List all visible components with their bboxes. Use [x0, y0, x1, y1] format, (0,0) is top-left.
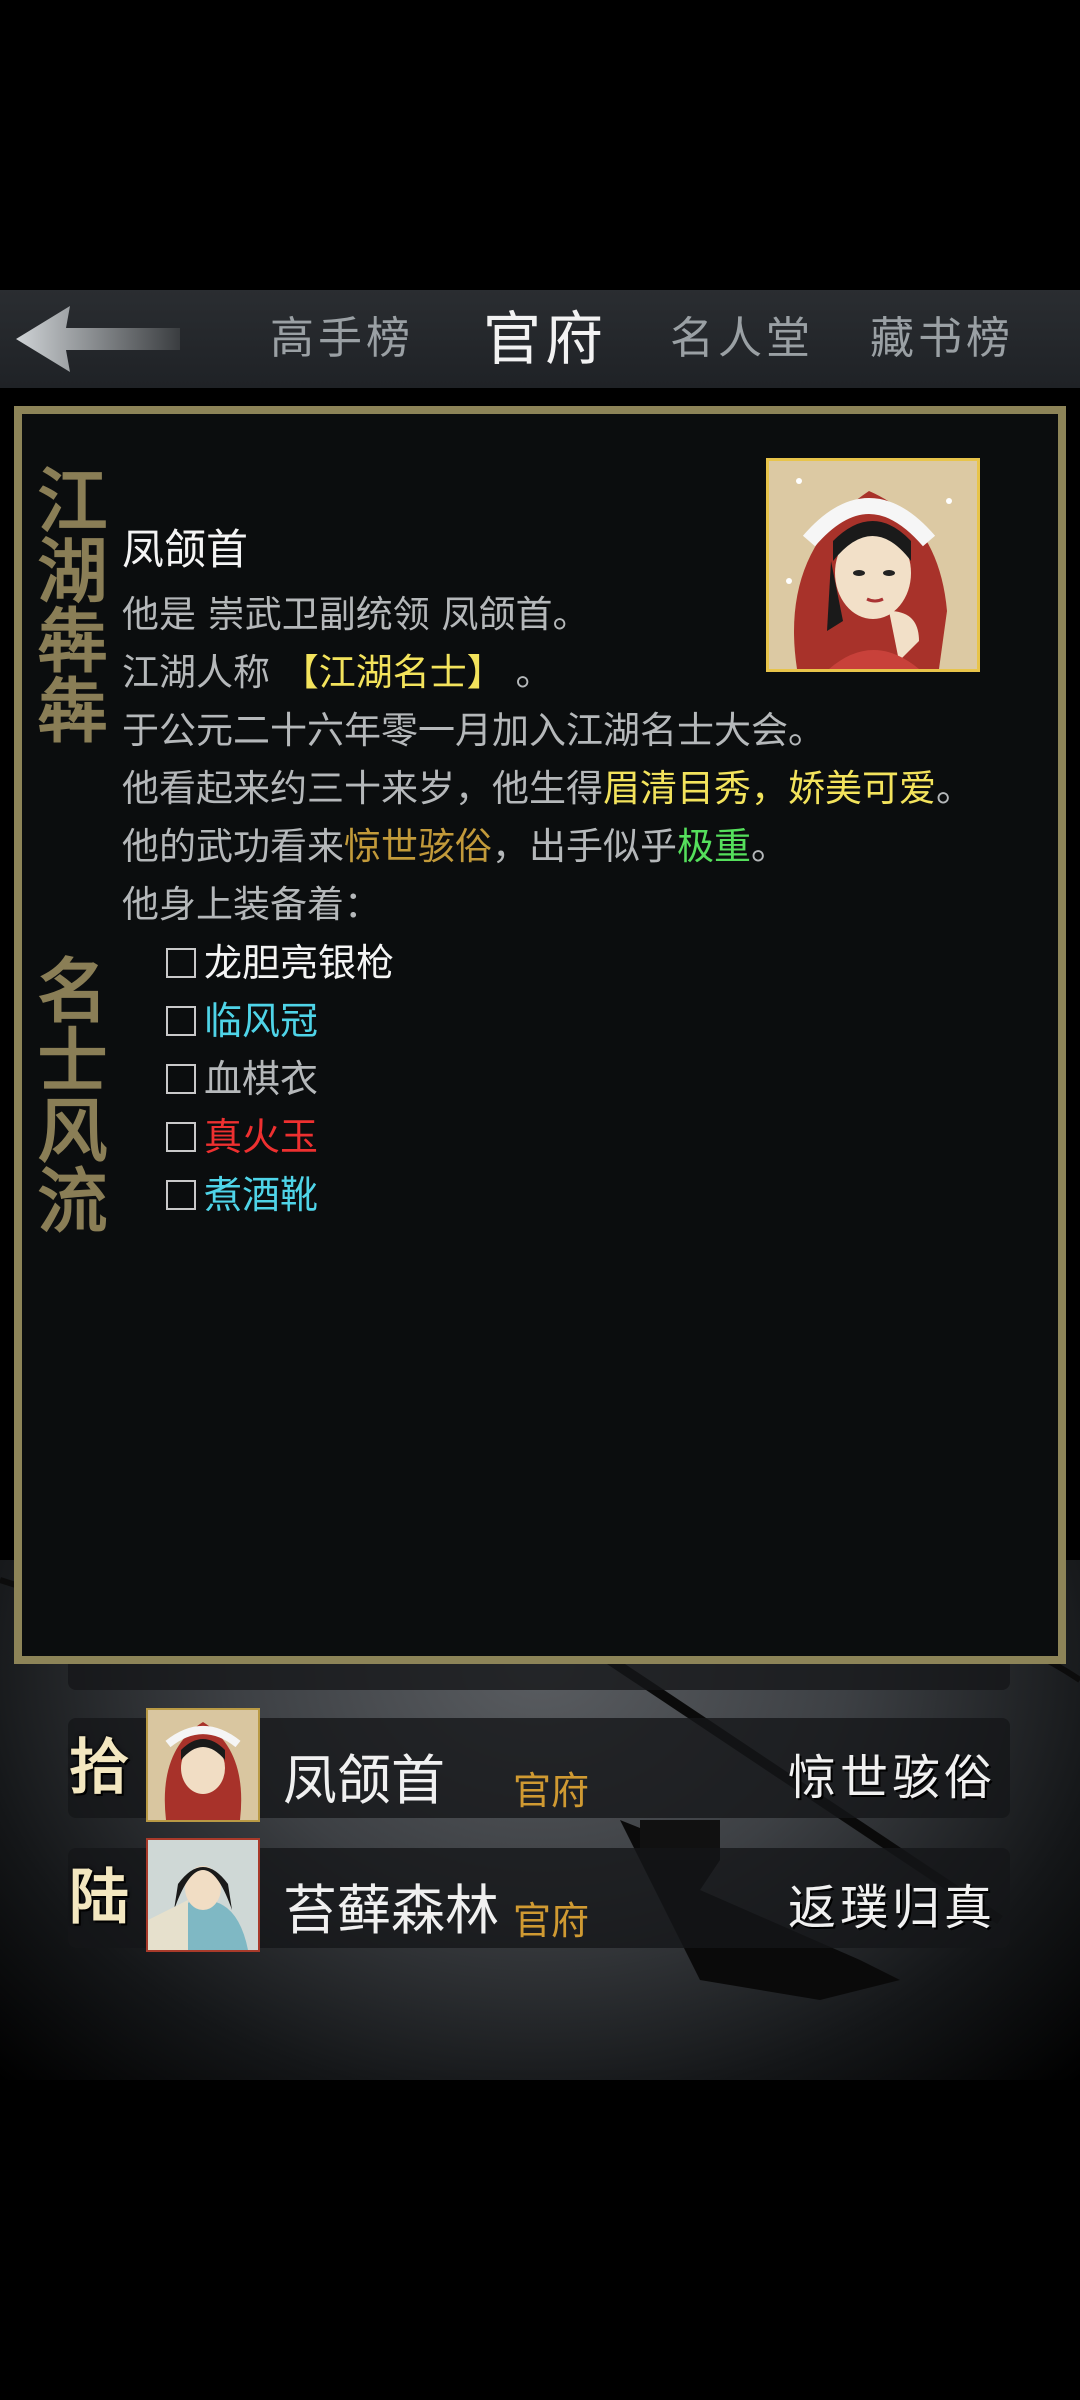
equipment-item[interactable]: 临风冠: [122, 992, 1002, 1050]
martial-line: 他的武功看来惊世骇俗，出手似乎极重。: [122, 825, 788, 868]
equipment-name: 真火玉: [204, 1115, 319, 1159]
equipment-name: 煮酒靴: [204, 1173, 319, 1217]
equipment-name: 血棋衣: [204, 1057, 319, 1101]
tab-government[interactable]: 官府: [483, 290, 607, 388]
rank-numeral: 拾: [69, 1733, 129, 1803]
checkbox-icon: [166, 1122, 196, 1152]
tab-book-rank[interactable]: 藏书榜: [870, 290, 1014, 388]
list-item[interactable]: 拾 凤颌首 官府 惊世骇俗: [68, 1708, 1010, 1822]
equipment-item[interactable]: 真火玉: [122, 1108, 1002, 1166]
equipment-heading: 他身上装备着：: [122, 883, 381, 926]
martial-level: 惊世骇俗: [787, 1750, 996, 1806]
member-name: 苔藓森林: [283, 1879, 499, 1942]
checkbox-icon: [166, 1180, 196, 1210]
equipment-name: 龙胆亮银枪: [204, 941, 395, 985]
tab-experts[interactable]: 高手榜: [270, 290, 414, 388]
member-org: 官府: [513, 1899, 590, 1943]
tab-hall-of-fame[interactable]: 名人堂: [670, 290, 814, 388]
seal-top-text: 江湖犇犇: [26, 464, 109, 744]
avatar: [146, 1708, 260, 1822]
checkbox-icon: [166, 948, 196, 978]
jianghu-title: 【江湖名士】: [281, 651, 504, 694]
avatar: [146, 1838, 260, 1952]
member-name: 凤颌首: [283, 1749, 445, 1812]
seal-bottom-text: 名士风流: [26, 954, 109, 1234]
equipment-item[interactable]: 煮酒靴: [122, 1166, 1002, 1224]
character-info: 凤颌首 他是 崇武卫副统领 凤颌首。 江湖人称 【江湖名士】 。 于公元二十六年…: [122, 514, 1002, 1224]
join-date-line: 于公元二十六年零一月加入江湖名士大会。: [122, 709, 825, 752]
equipment-item[interactable]: 龙胆亮银枪: [122, 934, 1002, 992]
appearance-line: 他看起来约三十来岁，他生得眉清目秀，娇美可爱。: [122, 767, 973, 810]
checkbox-icon: [166, 1064, 196, 1094]
member-org: 官府: [513, 1769, 590, 1813]
character-name: 凤颌首: [122, 525, 249, 574]
list-item[interactable]: 陆 苔藓森林 官府 返璞归真: [68, 1838, 1010, 1952]
equipment-list: 龙胆亮银枪临风冠血棋衣真火玉煮酒靴: [122, 934, 1002, 1224]
equipment-item[interactable]: 血棋衣: [122, 1050, 1002, 1108]
martial-level: 返璞归真: [787, 1880, 996, 1936]
identity-line: 他是 崇武卫副统领 凤颌首。: [122, 593, 590, 636]
back-arrow-icon[interactable]: [12, 304, 182, 374]
top-nav-bar: 高手榜 官府 名人堂 藏书榜: [0, 290, 1080, 388]
character-detail-panel[interactable]: 江湖犇犇 名士风流 凤颌首 他是 崇武卫副统领 凤颌首。 江湖人称 【江湖名士】…: [14, 406, 1066, 1664]
equipment-name: 临风冠: [204, 999, 319, 1043]
checkbox-icon: [166, 1006, 196, 1036]
rank-numeral: 陆: [69, 1863, 129, 1933]
title-line: 江湖人称 【江湖名士】 。: [122, 651, 553, 694]
